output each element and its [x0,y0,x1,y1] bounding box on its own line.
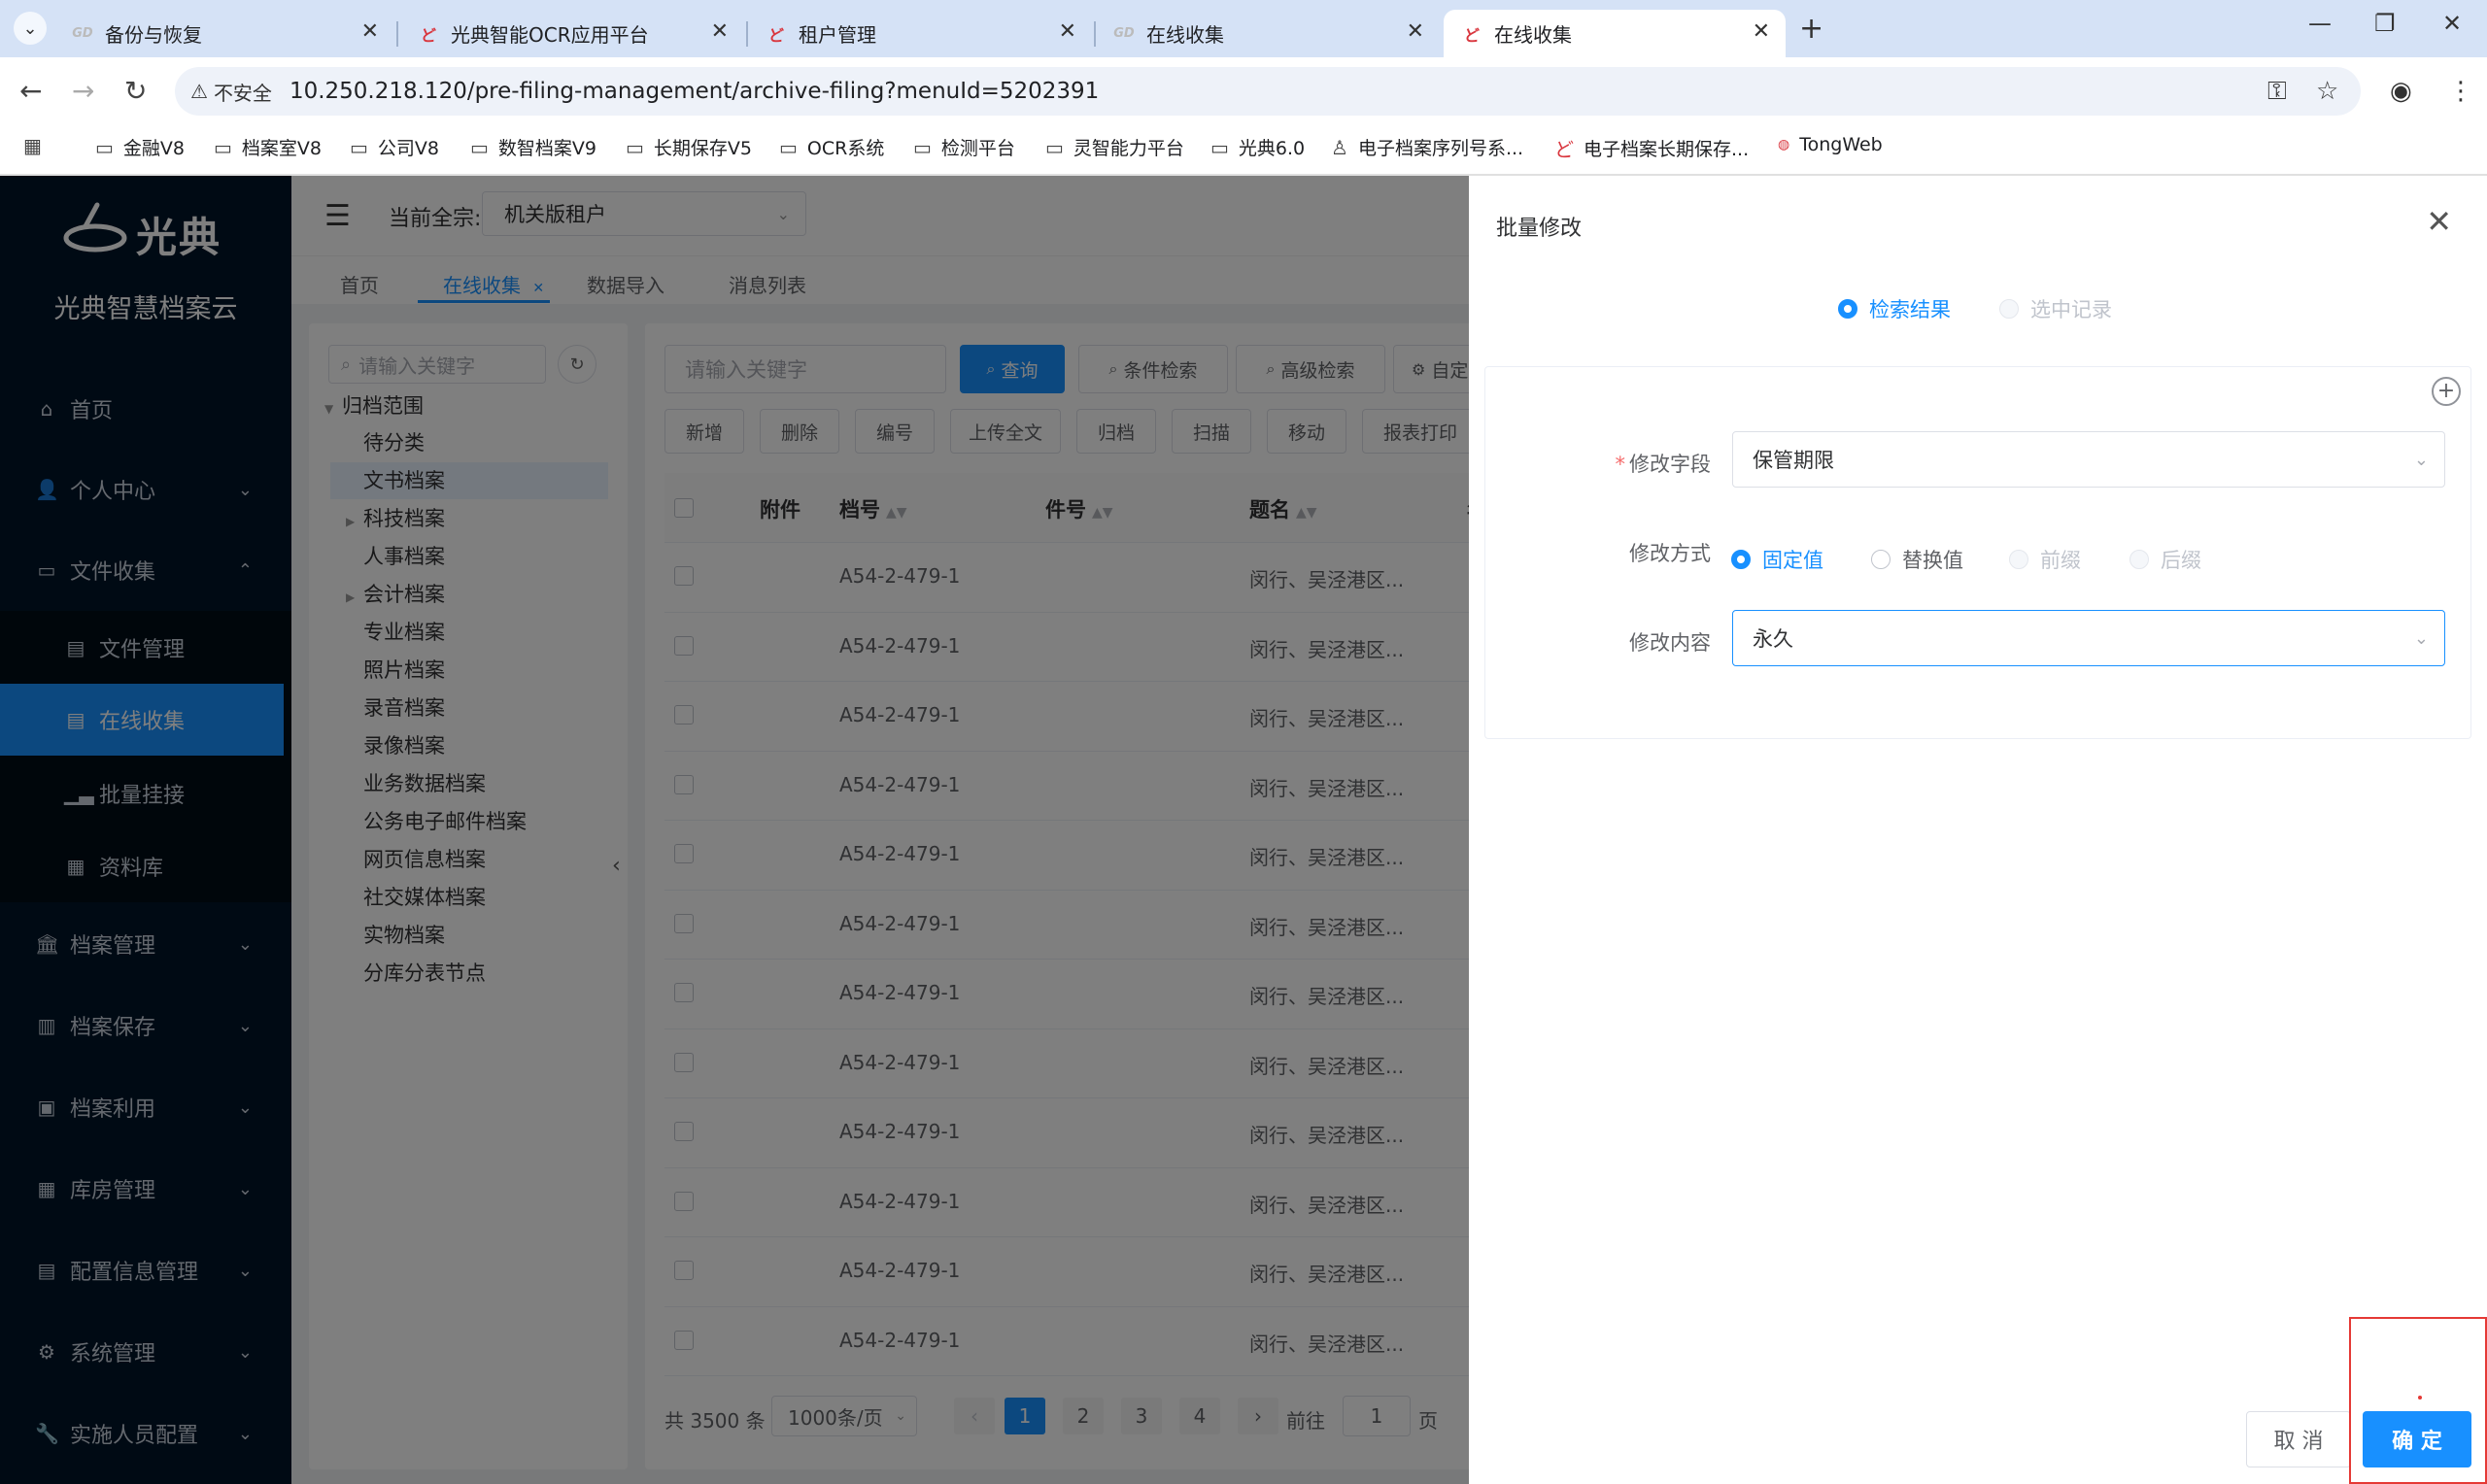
warning-triangle-icon: ⚠ [190,80,208,103]
url-omnibox[interactable]: ⚠ 不安全 10.250.218.120/pre-filing-manageme… [175,67,2361,116]
folder-icon: ▭ [470,135,489,159]
folder-icon: ▭ [779,135,798,159]
chevron-down-icon: ⌄ [2413,627,2429,649]
reload-icon[interactable]: ↻ [124,75,147,107]
browser-tab-title: 光典智能OCR应用平台 [451,23,649,47]
triangle-logo-icon: ♙ [1331,135,1348,159]
kebab-menu-icon[interactable]: ⋮ [2448,77,2473,106]
browser-tab-ocr[interactable]: ど 光典智能OCR应用平台 ✕ [400,10,744,57]
radio-disabled[interactable] [1999,299,2019,319]
add-circle-icon[interactable]: + [2432,377,2461,406]
bookmark-item[interactable]: ▭ 光典6.0 [1210,134,1305,160]
scope-radio-selected-records[interactable]: 选中记录 [1999,294,2112,323]
content-label: 修改内容 [1629,631,1711,655]
close-icon[interactable]: ✕ [1753,19,1770,44]
edit-rule-card: + * 修改字段 保管期限 ⌄ 修改方式 修改内容 永久 ⌄ [1484,366,2471,739]
security-label[interactable]: 不安全 [214,78,272,106]
minimize-icon[interactable]: — [2308,10,2332,37]
red-logo-icon: ど [1463,25,1480,45]
close-icon[interactable]: ✕ [1407,19,1424,44]
bookmark-item[interactable]: ▭ 档案室V8 [214,134,322,160]
click-marker [2418,1396,2422,1400]
folder-icon: ▭ [913,135,932,159]
window-close-icon[interactable]: ✕ [2442,10,2462,37]
tongweb-logo-icon: ◍ [1778,137,1790,152]
browser-tab-title: 在线收集 [1494,23,1572,47]
browser-tab-online-1[interactable]: GD 在线收集 ✕ [1096,10,1440,57]
mode-radio-fixed[interactable]: 固定值 [1731,545,1823,574]
content-select[interactable]: 永久 ⌄ [1732,610,2445,666]
browser-tab-backup[interactable]: GD 备份与恢复 ✕ [54,10,394,57]
browser-tab-title: 租户管理 [799,23,876,47]
folder-icon: ▭ [95,135,114,159]
folder-icon: ▭ [214,135,232,159]
bookmark-item[interactable]: ▭ 检测平台 [913,134,1015,160]
folder-icon: ▭ [1210,135,1229,159]
mode-radio-prefix[interactable]: 前缀 [2009,545,2081,574]
bookmark-item[interactable]: ▭ 灵智能力平台 [1045,134,1184,160]
url-text[interactable]: 10.250.218.120/pre-filing-management/arc… [290,79,1099,104]
back-arrow-icon[interactable]: ← [19,75,42,107]
red-logo-icon: ど [1554,138,1574,161]
chevron-down-icon: ⌄ [2413,449,2429,470]
radio-checked[interactable] [1838,299,1857,319]
folder-icon: ▭ [350,135,368,159]
red-logo-icon: ど [767,25,784,45]
browser-tab-title: 备份与恢复 [105,23,202,47]
folder-icon: ▭ [626,135,644,159]
bookmarks-bar: ▦ ▭ 金融V8 ▭ 档案室V8 ▭ 公司V8 ▭ 数智档案V9 ▭ 长期保存V5 ▭ OC… [0,125,2487,176]
radio-unchecked[interactable] [1871,550,1891,569]
cancel-button[interactable]: 取 消 [2246,1411,2351,1467]
browser-tab-title: 在线收集 [1146,23,1224,47]
radio-disabled[interactable] [2009,550,2028,569]
mode-radio-suffix[interactable]: 后缀 [2129,545,2201,574]
mode-radio-replace[interactable]: 替换值 [1871,545,1963,574]
browser-tab-tenant[interactable]: ど 租户管理 ✕ [748,10,1092,57]
close-icon[interactable]: ✕ [711,19,729,44]
new-tab-plus-icon[interactable]: + [1799,12,1823,46]
bookmark-item[interactable]: ど电子档案长期保存... [1554,134,1749,162]
bookmark-item[interactable]: ▭ 数智档案V9 [470,134,596,160]
close-icon[interactable]: ✕ [361,19,379,44]
bookmark-item[interactable]: ▭ 金融V8 [95,134,185,160]
browser-tab-online-active[interactable]: ど 在线收集 ✕ [1444,10,1786,57]
guangdian-logo-icon: GD [1113,26,1135,41]
bookmark-item[interactable]: ▭ OCR系统 [779,134,884,160]
scope-radio-search-result[interactable]: 检索结果 [1838,294,1951,323]
profile-icon[interactable]: ◉ [2390,77,2412,106]
red-logo-icon: ど [420,25,436,45]
forward-arrow-icon[interactable]: → [72,75,94,107]
guangdian-logo-icon: GD [72,26,93,41]
drawer-title: 批量修改 [1496,217,1583,241]
bookmark-star-icon[interactable]: ☆ [2316,77,2338,106]
apps-grid-icon[interactable]: ▦ [23,134,51,157]
tab-separator [396,21,398,47]
bookmark-item[interactable]: ▭ 公司V8 [350,134,439,160]
key-icon[interactable]: ⚿ [2267,77,2287,107]
close-icon[interactable]: ✕ [1059,19,1076,44]
bookmark-item[interactable]: ▭ 长期保存V5 [626,134,752,160]
browser-tabstrip: ⌄ GD 备份与恢复 ✕ ど 光典智能OCR应用平台 ✕ ど 租户管理 ✕ GD… [0,0,2487,57]
radio-checked[interactable] [1731,550,1751,569]
modal-overlay[interactable] [0,176,1469,1484]
restore-icon[interactable]: ❐ [2374,10,2396,37]
field-label: * 修改字段 [1615,453,1712,476]
folder-icon: ▭ [1045,135,1064,159]
bookmark-item[interactable]: ♙ 电子档案序列号系... [1331,134,1523,160]
confirm-button[interactable]: 确 定 [2363,1411,2471,1467]
mode-label: 修改方式 [1629,542,1711,565]
tab-search-chevron-icon[interactable]: ⌄ [14,12,47,45]
close-icon[interactable]: ✕ [2426,203,2452,240]
bookmark-item[interactable]: ◍ TongWeb [1778,134,1883,155]
radio-disabled[interactable] [2129,550,2149,569]
batch-edit-drawer: 批量修改 ✕ 检索结果 选中记录 + * 修改字段 保管期限 ⌄ 修改方式 修改内… [1469,176,2487,1484]
field-select[interactable]: 保管期限 ⌄ [1732,431,2445,488]
address-bar: ← → ↻ ⚠ 不安全 10.250.218.120/pre-filing-ma… [0,57,2487,125]
